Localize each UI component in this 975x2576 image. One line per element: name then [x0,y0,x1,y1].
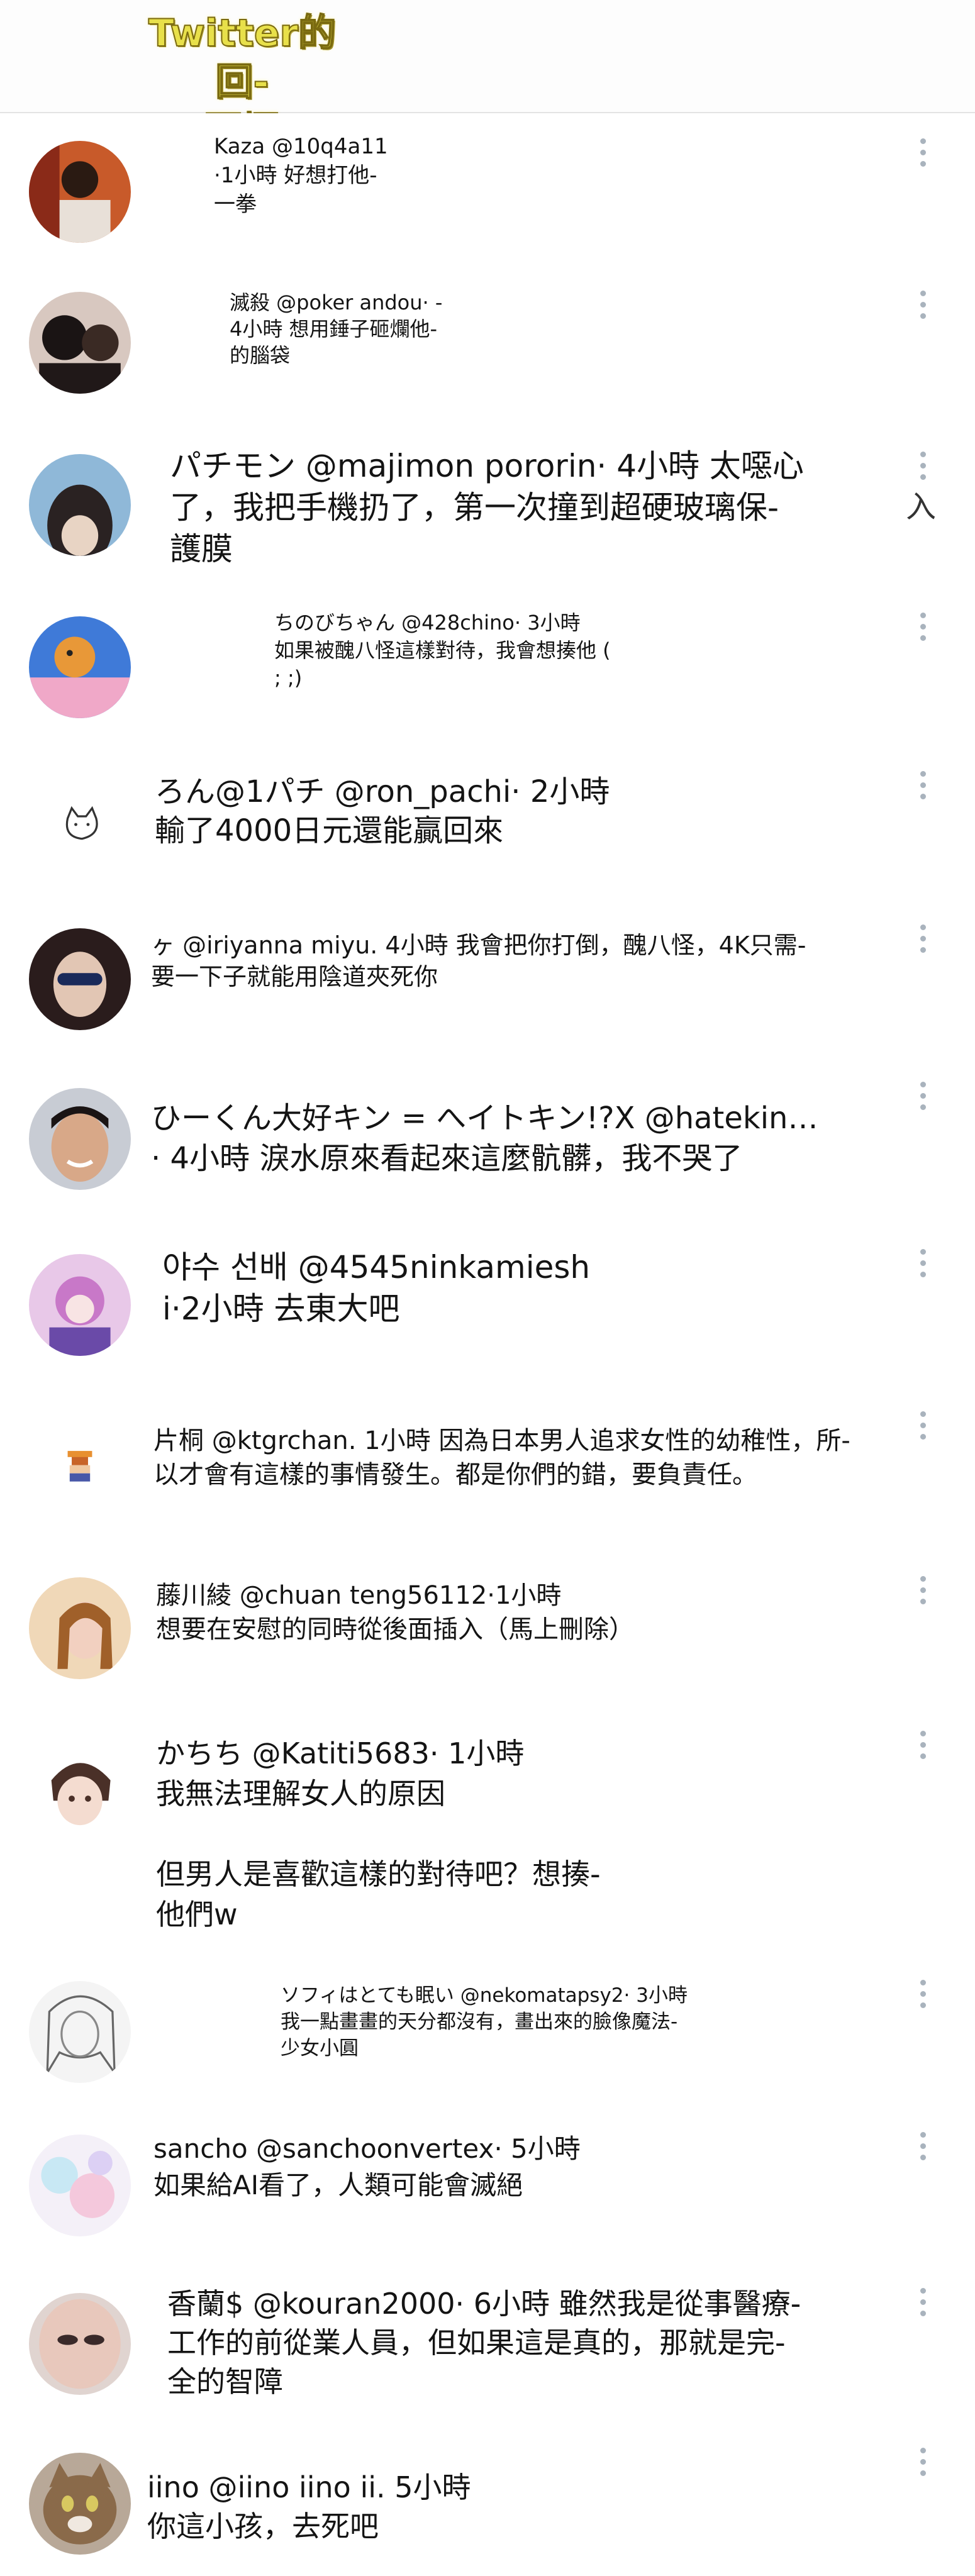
side-glyph: 入 [906,489,937,525]
pastel-art-avatar[interactable] [29,2135,131,2236]
page-header: Twitter的回- 覆欄 [0,0,975,154]
reply-item[interactable]: パチモン @majimon pororin· 4小時 太噁心 了，我把手機扔了，… [0,423,975,587]
reply-text: ろん@1パチ @ron_pachi· 2小時 輸了4000日元還能贏回來 [155,774,610,848]
more-options-icon[interactable] [915,1576,930,1614]
more-options-icon[interactable] [915,1731,930,1768]
more-options-icon[interactable] [915,2448,930,2485]
reply-text: 야수 선배 @4545ninkamiesh i·2小時 去東大吧 [162,1249,591,1327]
reply-text: ちのびちゃん @428chino· 3小時 如果被醜八怪這樣對待，我會想揍他 (… [274,611,611,690]
pixel-character-avatar[interactable] [29,1416,131,1518]
reply-item[interactable]: ソフィはとても眠い @nekomatapsy2· 3小時 我一點畫畫的天分都沒有… [0,1955,975,2107]
reply-item[interactable]: ヶ @iriyanna miyu. 4小時 我會把你打倒，醜八怪，4K只需- 要… [0,899,975,1057]
reply-item[interactable]: Kaza @10q4a11 ·1小時 好想打他- 一拳 [0,113,975,264]
reply-text: ソフィはとても眠い @nekomatapsy2· 3小時 我一點畫畫的天分都沒有… [281,1984,688,2060]
reply-item[interactable]: ろん@1パチ @ron_pachi· 2小時 輸了4000日元還能贏回來 [0,747,975,901]
reply-item[interactable]: ちのびちゃん @428chino· 3小時 如果被醜八怪這樣對待，我會想揍他 (… [0,586,975,748]
cat-doodle-avatar[interactable] [29,774,131,875]
reply-text: ひーくん大好キン = へイトキン!?X @hatekin… · 4小時 淚水原來… [151,1101,818,1176]
reply-text: Kaza @10q4a11 ·1小時 好想打他- 一拳 [214,134,388,217]
anime-avatar[interactable] [29,1740,131,1841]
reply-text: 片桐 @ktgrchan. 1小時 因為日本男人追求女性的幼稚性，所- 以才會有… [153,1426,850,1489]
reply-item[interactable]: 香蘭$ @kouran2000· 6小時 雖然我是從事醫療- 工作的前從業人員，… [0,2263,975,2424]
reply-item[interactable]: sancho @sanchoonvertex· 5小時 如果給AI看了，人類可能… [0,2106,975,2264]
more-options-icon[interactable] [915,771,930,809]
reply-text: iino @iino iino ii. 5小時 你這小孩，去死吧 [147,2470,471,2543]
more-options-icon[interactable] [915,2288,930,2326]
more-options-icon[interactable] [915,2132,930,2170]
title-line-1: Twitter的回- [148,11,337,105]
reply-item[interactable]: かちち @Katiti5683· 1小時 我無法理解女人的原因 但男人是喜歡這樣… [0,1707,975,1956]
user-photo-avatar[interactable] [29,292,131,394]
more-options-icon[interactable] [915,1980,930,2018]
reply-text: 香蘭$ @kouran2000· 6小時 雖然我是從事醫療- 工作的前從業人員，… [167,2287,801,2399]
reply-item[interactable]: 片桐 @ktgrchan. 1小時 因為日本男人追求女性的幼稚性，所- 以才會有… [0,1385,975,1551]
reply-text: 藤川綾 @chuan teng56112·1小時 想要在安慰的同時從後面插入（馬… [156,1581,634,1644]
cartoon-avatar[interactable] [29,616,131,718]
reply-text: 滅殺 @poker andou· - 4小時 想用錘子砸爛他- 的腦袋 [230,291,443,367]
anime-avatar[interactable] [29,1254,131,1356]
reply-item[interactable]: 滅殺 @poker andou· - 4小時 想用錘子砸爛他- 的腦袋 [0,263,975,424]
user-photo-avatar[interactable] [29,928,131,1030]
reply-text: かちち @Katiti5683· 1小時 我無法理解女人的原因 但男人是喜歡這樣… [156,1736,601,1931]
reply-text: ヶ @iriyanna miyu. 4小時 我會把你打倒，醜八怪，4K只需- 要… [151,931,806,991]
more-options-icon[interactable] [915,613,930,650]
more-options-icon[interactable] [915,138,930,176]
user-photo-avatar[interactable] [29,141,131,243]
reply-item[interactable]: ひーくん大好キン = へイトキン!?X @hatekin… · 4小時 淚水原來… [0,1055,975,1226]
more-options-icon[interactable] [915,291,930,328]
reply-item[interactable]: iino @iino iino ii. 5小時 你這小孩，去死吧 [0,2423,975,2576]
sketch-avatar[interactable] [29,1981,131,2083]
user-photo-avatar[interactable] [29,454,131,556]
more-options-icon[interactable] [915,1411,930,1449]
user-photo-avatar[interactable] [29,1088,131,1190]
more-options-icon[interactable] [915,1249,930,1287]
user-photo-avatar[interactable] [29,1577,131,1679]
reply-item[interactable]: 야수 선배 @4545ninkamiesh i·2小時 去東大吧 [0,1225,975,1386]
reply-item[interactable]: 藤川綾 @chuan teng56112·1小時 想要在安慰的同時從後面插入（馬… [0,1550,975,1708]
cat-photo-avatar[interactable] [29,2453,131,2555]
more-options-icon[interactable] [915,924,930,962]
user-photo-avatar[interactable] [29,2293,131,2395]
reply-text: パチモン @majimon pororin· 4小時 太噁心 了，我把手機扔了，… [170,448,804,567]
more-options-icon[interactable] [915,1082,930,1119]
reply-text: sancho @sanchoonvertex· 5小時 如果給AI看了，人類可能… [153,2133,581,2201]
